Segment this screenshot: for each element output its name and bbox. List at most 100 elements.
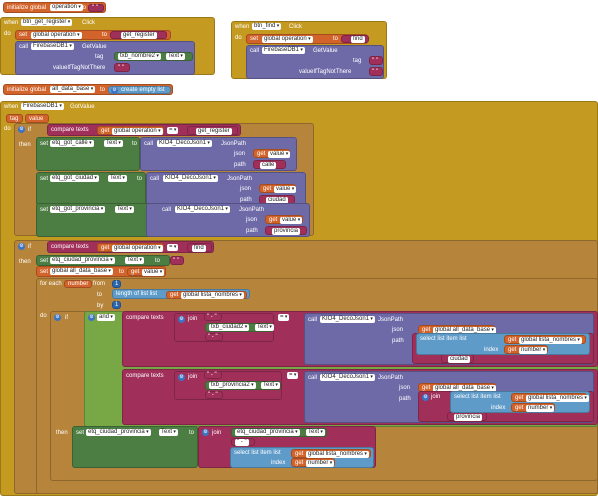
etq-ciudad-provincia-text-getter[interactable]: etq_ciudad_provincia Text (231, 428, 327, 437)
property-dropdown[interactable]: Text (159, 429, 178, 436)
var-dropdown[interactable]: global operation (262, 36, 313, 43)
call-getvalue-block[interactable]: call FirebaseDB1 GetValue tag " " valueI… (246, 45, 384, 79)
property-dropdown[interactable]: Text (125, 257, 144, 264)
select-list-item-provincia[interactable]: select list item list get global lista_n… (450, 391, 590, 413)
find-text[interactable]: find (341, 35, 369, 43)
join-mutator-gear-icon[interactable]: ⚙ (178, 374, 185, 381)
set-etq-got-ciudad-text[interactable]: set etq_got_ciudad Text to (36, 172, 146, 206)
join-ciudad-left[interactable]: ⚙ join txb_ciudad2 Text " - " (174, 313, 274, 342)
text-value[interactable]: ciudad (448, 356, 470, 363)
component-dropdown[interactable]: etq_got_provincia (50, 206, 106, 213)
call-getvalue-block[interactable]: call FirebaseDB1 GetValue tag txb_nombre… (15, 41, 195, 75)
property-dropdown[interactable]: Text (306, 429, 325, 436)
dash-text[interactable]: " - " (205, 333, 223, 341)
get-value[interactable]: get value (265, 215, 303, 224)
property-dropdown[interactable]: Text (115, 206, 134, 213)
operator-dropdown[interactable]: = (278, 314, 290, 321)
var-dropdown[interactable]: global all_data_base (50, 268, 113, 275)
var-dropdown[interactable]: global operation (112, 128, 163, 135)
loop-var-number[interactable]: number (64, 280, 92, 288)
text-value[interactable]: get_register (196, 128, 232, 135)
get-number[interactable]: get number (511, 403, 555, 412)
call-jsonpath-calle[interactable]: call KIO4_DecoJson1 JsonPath json get va… (140, 137, 297, 171)
operator-dropdown[interactable]: = (167, 244, 179, 251)
get-global-lista-nombres[interactable]: get global lista_nombres (291, 449, 371, 458)
logic-operator-dropdown[interactable]: and (97, 314, 115, 321)
component-dropdown[interactable]: btn_find (252, 23, 282, 30)
component-dropdown[interactable]: txb_nombre2 (118, 53, 161, 60)
db-dropdown[interactable]: FirebaseDB1 (31, 43, 74, 50)
text-value[interactable]: find (351, 36, 365, 43)
txb-ciudad2-text-getter[interactable]: txb_ciudad2 Text (205, 323, 274, 332)
component-dropdown[interactable]: etq_ciudad_provincia (86, 429, 151, 436)
db-dropdown[interactable]: FirebaseDB1 (262, 47, 305, 54)
get-value[interactable]: get value (127, 268, 165, 276)
component-dropdown[interactable]: etq_got_ciudad (50, 175, 99, 182)
empty-text-block[interactable]: " " (369, 56, 383, 65)
operator-dropdown[interactable]: = (167, 127, 179, 134)
var-dropdown[interactable]: global lista_nombres (181, 292, 244, 299)
call-jsonpath-ciudad[interactable]: call KIO4_DecoJson1 JsonPath json get va… (146, 172, 306, 206)
calle-text[interactable]: calle (253, 160, 286, 169)
create-empty-list-block[interactable]: ⚙ create empty list (108, 86, 171, 94)
property-dropdown[interactable]: Text (261, 382, 280, 389)
mutator-gear-icon[interactable]: ⚙ (111, 87, 118, 94)
provincia-text[interactable]: provincia (265, 226, 307, 235)
var-dropdown[interactable]: global operation (31, 32, 82, 39)
txb-provincia2-text-getter[interactable]: txb_provincia2 Text (205, 381, 281, 390)
text-value[interactable]: calle (260, 162, 277, 169)
compare-texts-find[interactable]: compare texts get global operation = fin… (47, 241, 214, 253)
operator-dropdown[interactable]: = (287, 372, 299, 379)
property-dropdown[interactable]: Text (104, 140, 123, 147)
call-jsonpath-provincia[interactable]: call KIO4_DecoJson1 JsonPath json get va… (146, 203, 310, 237)
get-number[interactable]: get number (504, 345, 548, 354)
empty-text-block[interactable]: " " (369, 67, 383, 76)
join-provincia-left[interactable]: ⚙ join txb_provincia2 Text " - " (174, 371, 282, 400)
provincia-path-text[interactable]: provincia (447, 412, 487, 421)
var-name-field[interactable]: operation (50, 4, 83, 11)
param-tag[interactable]: tag (6, 114, 23, 123)
component-dropdown[interactable]: etq_ciudad_provincia (50, 257, 115, 264)
component-dropdown[interactable]: FirebaseDB1 (21, 103, 64, 110)
text-value[interactable]: provincia (454, 414, 483, 421)
and-mutator-gear-icon[interactable]: ⚙ (88, 314, 95, 321)
component-dropdown[interactable]: txb_ciudad2 (209, 324, 250, 331)
var-dropdown[interactable]: global lista_nombres (519, 337, 582, 344)
btn-find-click-event[interactable]: when btn_find Click do set global operat… (231, 21, 387, 79)
btn-get-register-click-event[interactable]: when btn_get_register Click do set globa… (0, 17, 215, 75)
property-dropdown[interactable]: Text (255, 324, 274, 331)
param-value[interactable]: value (25, 114, 49, 123)
select-list-item-ciudad[interactable]: select list item list get global lista_n… (416, 333, 590, 355)
component-dropdown[interactable]: KIO4_DecoJson1 (320, 316, 375, 323)
join-mutator-gear-icon[interactable]: ⚙ (178, 316, 185, 323)
number-1[interactable]: 1 (112, 280, 121, 288)
var-dropdown[interactable]: value (280, 217, 303, 224)
var-dropdown[interactable]: value (274, 186, 297, 193)
var-dropdown[interactable]: global lista_nombres (306, 451, 369, 458)
init-global-operation-block[interactable]: initialize global operation to " " (3, 2, 106, 13)
get-register-text[interactable]: get_register (187, 126, 238, 135)
get-global-operation[interactable]: get global operation (97, 126, 164, 135)
var-dropdown[interactable]: global lista_nombres (526, 395, 589, 402)
var-dropdown[interactable]: value (142, 269, 165, 276)
get-global-lista-nombres[interactable]: get global lista_nombres (166, 291, 247, 299)
select-list-item-result[interactable]: select list item list get global lista_n… (230, 447, 374, 468)
get-global-operation[interactable]: get global operation (97, 243, 164, 252)
dash-text-top-ciudad[interactable]: " - " (204, 313, 222, 321)
component-dropdown[interactable]: KIO4_DecoJson1 (163, 175, 218, 182)
get-global-lista-nombres[interactable]: get global lista_nombres (511, 393, 589, 402)
number-1-step[interactable]: 1 (112, 301, 121, 309)
ciudad-path-text[interactable]: ciudad (441, 354, 474, 363)
component-dropdown[interactable]: etq_ciudad_provincia (235, 429, 300, 436)
get-global-lista-nombres[interactable]: get global lista_nombres (504, 335, 586, 344)
set-etq-got-calle-text[interactable]: set etq_got_calle Text to (36, 137, 140, 171)
dash-text[interactable]: " - " (205, 391, 223, 399)
property-dropdown[interactable]: Text (166, 53, 185, 60)
component-dropdown[interactable]: btn_get_register (21, 19, 73, 26)
var-dropdown[interactable]: global operation (112, 245, 163, 252)
if-mutator-gear-icon[interactable]: ⚙ (18, 126, 25, 133)
var-name-field[interactable]: all_data_base (50, 86, 96, 93)
component-dropdown[interactable]: etq_got_calle (50, 140, 94, 147)
dash-text-top-provincia[interactable]: " - " (204, 371, 222, 379)
if-mutator-gear-icon[interactable]: ⚙ (18, 243, 25, 250)
